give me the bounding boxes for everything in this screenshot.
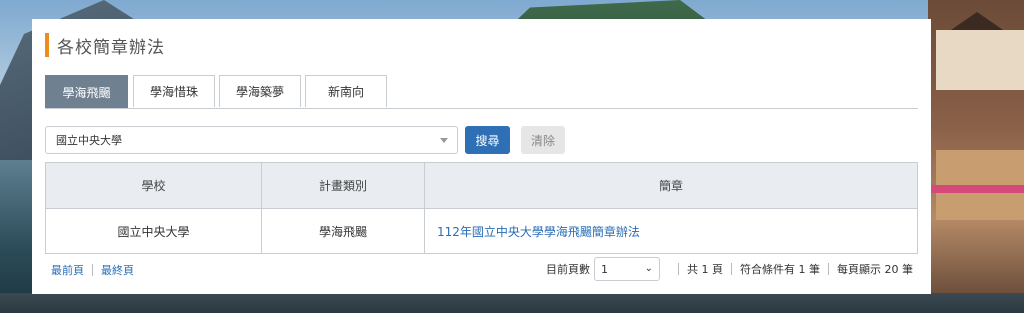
column-header-brochure: 簡章 — [424, 162, 918, 209]
divider — [828, 263, 829, 275]
divider — [678, 263, 679, 275]
page-title: 各校簡章辦法 — [57, 37, 165, 58]
brochure-panel: 各校簡章辦法 學海飛颺 學海惜珠 學海築夢 新南向 國立中央大學 搜尋 清除 學… — [32, 19, 931, 294]
table-header-row: 學校 計畫類別 簡章 — [45, 162, 918, 209]
current-page-label: 目前頁數 — [546, 263, 590, 276]
per-page-text: 每頁顯示 20 筆 — [837, 263, 913, 276]
first-page-link[interactable]: 最前頁 — [51, 262, 84, 278]
divider — [731, 263, 732, 275]
page-number-value: 1 — [601, 262, 608, 276]
column-header-school: 學校 — [45, 162, 262, 209]
cell-school: 國立中央大學 — [45, 208, 262, 254]
tab-xuehai-xizhu[interactable]: 學海惜珠 — [133, 75, 215, 107]
pager-info: 目前頁數 1 ⌄ 共 1 頁 符合條件有 1 筆 每頁顯示 20 筆 — [546, 257, 913, 281]
clear-button[interactable]: 清除 — [521, 126, 565, 154]
brochure-link[interactable]: 112年國立中央大學學海飛颺簡章辦法 — [424, 208, 918, 254]
title-accent-bar — [45, 33, 49, 57]
cell-category: 學海飛颺 — [261, 208, 425, 254]
tab-xuehai-zhumeng[interactable]: 學海築夢 — [219, 75, 301, 107]
caret-down-icon — [440, 138, 448, 143]
chevron-down-icon: ⌄ — [644, 263, 653, 274]
table-row: 國立中央大學 學海飛颺 112年國立中央大學學海飛颺簡章辦法 — [45, 208, 918, 254]
tab-xuehai-feiyang[interactable]: 學海飛颺 — [45, 75, 128, 108]
divider — [92, 264, 93, 276]
last-page-link[interactable]: 最終頁 — [101, 262, 134, 278]
page-number-select[interactable]: 1 ⌄ — [594, 257, 660, 281]
total-pages-text: 共 1 頁 — [687, 263, 723, 276]
brochure-table: 學校 計畫類別 簡章 國立中央大學 學海飛颺 112年國立中央大學學海飛颺簡章辦… — [45, 162, 918, 254]
column-header-category: 計畫類別 — [261, 162, 425, 209]
program-tabs: 學海飛颺 學海惜珠 學海築夢 新南向 — [45, 75, 918, 109]
search-button[interactable]: 搜尋 — [465, 126, 510, 154]
tab-new-southbound[interactable]: 新南向 — [305, 75, 387, 107]
pager-nav: 最前頁 最終頁 — [51, 262, 134, 278]
school-select-value: 國立中央大學 — [56, 134, 122, 147]
matching-count-text: 符合條件有 1 筆 — [740, 263, 820, 276]
school-select[interactable]: 國立中央大學 — [45, 126, 458, 154]
title-bar: 各校簡章辦法 — [45, 33, 165, 58]
